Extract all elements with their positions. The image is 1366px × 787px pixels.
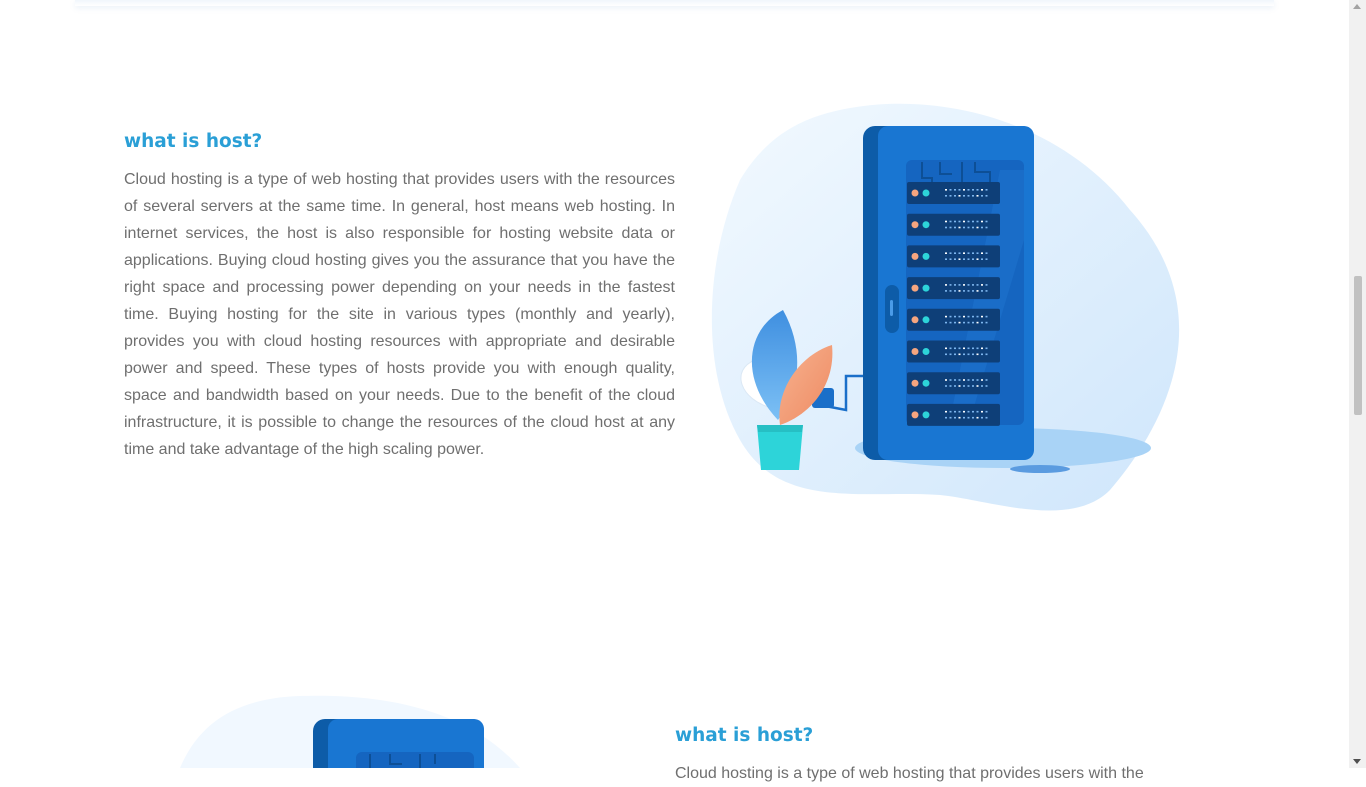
server-rack-icon bbox=[711, 103, 1180, 511]
server-rack-illustration-2 bbox=[140, 690, 540, 768]
previous-section-bottom-edge bbox=[75, 0, 1274, 6]
section-heading: what is host? bbox=[675, 725, 814, 746]
section-heading: what is host? bbox=[124, 131, 263, 152]
scroll-up-arrow-icon[interactable] bbox=[1353, 4, 1361, 9]
scroll-down-arrow-icon[interactable] bbox=[1353, 759, 1361, 764]
info-section-2: what is host? Cloud hosting is a type of… bbox=[675, 724, 1226, 787]
server-rack-illustration bbox=[700, 100, 1210, 520]
scroll-thumb[interactable] bbox=[1354, 276, 1362, 415]
info-section-1: what is host? Cloud hosting is a type of… bbox=[124, 130, 675, 463]
section-paragraph: Cloud hosting is a type of web hosting t… bbox=[675, 765, 1144, 782]
server-rack-icon bbox=[180, 695, 520, 768]
section-paragraph: Cloud hosting is a type of web hosting t… bbox=[124, 171, 675, 458]
page-scrollbar[interactable] bbox=[1349, 0, 1366, 768]
